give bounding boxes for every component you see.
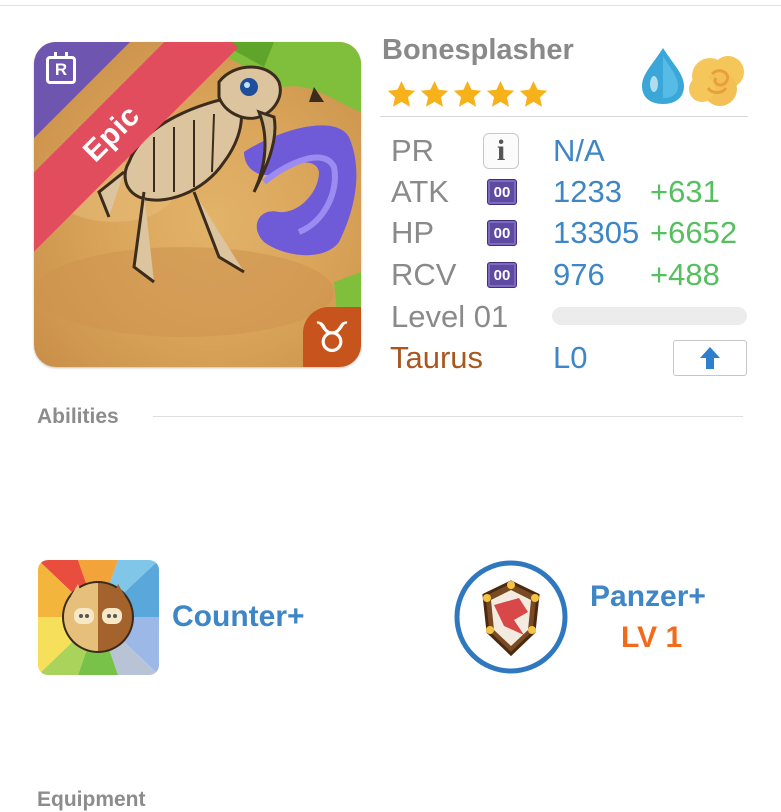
star-icon xyxy=(387,80,416,107)
level-progress-bar xyxy=(552,307,747,325)
equipment-heading: Equipment xyxy=(37,788,146,811)
arrow-up-icon xyxy=(700,347,720,369)
monster-name: Bonesplasher xyxy=(382,34,574,66)
hp-bonus-badge[interactable]: 00 xyxy=(487,220,517,246)
atk-label: ATK xyxy=(391,174,449,209)
atk-bonus: +631 xyxy=(650,174,720,209)
rarity-calendar-badge: R xyxy=(46,52,76,84)
zodiac-upgrade-button[interactable] xyxy=(673,340,747,376)
ability-level-panzer: LV 1 xyxy=(621,621,683,654)
atk-value: 1233 xyxy=(553,174,622,209)
star-icon xyxy=(420,80,449,107)
hp-bonus: +6652 xyxy=(650,215,738,250)
rcv-bonus: +488 xyxy=(650,257,720,292)
star-icon xyxy=(453,80,482,107)
zodiac-level: L0 xyxy=(553,340,588,375)
atk-bonus-badge[interactable]: 00 xyxy=(487,179,517,205)
top-divider xyxy=(0,5,781,6)
ability-name-panzer: Panzer+ xyxy=(590,580,706,613)
star-rating xyxy=(386,79,549,110)
panzer-shield-icon[interactable] xyxy=(454,560,568,674)
info-icon[interactable]: i xyxy=(483,133,519,169)
element-icons xyxy=(642,48,744,106)
monster-portrait-card[interactable]: Epic R ♉ xyxy=(34,42,361,367)
name-divider xyxy=(380,116,748,117)
pr-label: PR xyxy=(391,133,435,168)
rcv-value: 976 xyxy=(553,257,605,292)
abilities-heading: Abilities xyxy=(37,405,119,428)
hp-label: HP xyxy=(391,215,435,250)
abilities-divider xyxy=(153,416,743,417)
zodiac-name: Taurus xyxy=(390,340,484,375)
pr-value: N/A xyxy=(553,133,605,168)
star-icon xyxy=(486,80,515,107)
taurus-icon: ♉ xyxy=(303,307,361,367)
level-label: Level 01 xyxy=(391,299,509,334)
ability-name-counter: Counter+ xyxy=(172,600,305,633)
water-drop-icon xyxy=(642,48,684,104)
star-icon xyxy=(519,80,548,107)
rcv-label: RCV xyxy=(391,257,457,292)
rcv-bonus-badge[interactable]: 00 xyxy=(487,262,517,288)
counter-icon[interactable] xyxy=(38,560,159,675)
cloud-swirl-icon xyxy=(689,56,744,106)
hp-value: 13305 xyxy=(553,215,640,250)
